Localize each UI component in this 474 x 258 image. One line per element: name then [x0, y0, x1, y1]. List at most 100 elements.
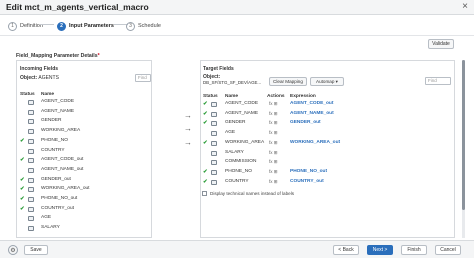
field-name: AGE	[225, 130, 236, 136]
field-name: WORKING_AREA	[225, 139, 265, 145]
field-name: WORKING_AREA	[41, 128, 81, 134]
table-row[interactable]: COMMISSION fx ⊞	[203, 159, 451, 167]
step-label: Input Parameters	[69, 23, 114, 29]
display-technical-names-checkbox[interactable]: Display technical names instead of label…	[202, 191, 294, 196]
checkbox-label: Display technical names instead of label…	[210, 191, 295, 196]
expression-actions-icon[interactable]: fx ⊞	[269, 130, 278, 136]
col-expression: Expression	[290, 94, 316, 99]
table-row[interactable]: ✔ PHONE_NO_out	[20, 196, 150, 204]
table-row[interactable]: ✔ PHONE_NO fx ⊞ PHONE_NO_out	[203, 169, 451, 177]
table-row[interactable]: AGE fx ⊞	[203, 130, 451, 138]
table-row[interactable]: AGENT_NAME_out	[20, 167, 150, 175]
back-button[interactable]: < Back	[333, 245, 359, 255]
table-row[interactable]: ✔ GENDER_out	[20, 177, 150, 185]
vertical-scrollbar[interactable]	[462, 60, 465, 238]
field-name: COUNTRY	[41, 147, 65, 153]
field-expression[interactable]: PHONE_NO_out	[290, 169, 327, 174]
map-arrow-icon: →	[184, 124, 192, 133]
field-expression[interactable]: AGENT_CODE_out	[290, 101, 333, 106]
expression-actions-icon[interactable]: fx ⊞	[269, 169, 278, 175]
object-value: AGENTS	[38, 75, 59, 81]
finish-button[interactable]: Finish	[401, 245, 427, 255]
table-row[interactable]: AGENT_NAME	[20, 109, 150, 117]
expression-actions-icon[interactable]: fx ⊞	[269, 111, 278, 117]
field-name: AGENT_NAME_out	[41, 166, 84, 172]
incoming-fields-panel: Incoming Fields Object: AGENTS Find Stat…	[16, 60, 152, 238]
table-row[interactable]: ✔ AGENT_NAME fx ⊞ AGENT_NAME_out	[203, 111, 451, 119]
section-title-text: Field_Mapping Parameter Details	[16, 53, 98, 59]
next-button[interactable]: Next >	[367, 245, 393, 255]
field-icon	[28, 148, 34, 154]
table-row[interactable]: AGENT_CODE	[20, 99, 150, 107]
field-icon	[28, 197, 34, 202]
field-expression[interactable]: AGENT_NAME_out	[290, 111, 334, 116]
table-row[interactable]: ✔ COUNTRY_out	[20, 206, 150, 214]
expression-actions-icon[interactable]: fx ⊞	[269, 150, 278, 156]
field-icon	[211, 111, 217, 117]
scrollbar-thumb[interactable]	[462, 60, 465, 210]
field-icon	[28, 119, 34, 125]
field-name: COMMISSION	[225, 159, 257, 165]
step-definition[interactable]: 1 Definition	[8, 20, 43, 32]
field-icon	[28, 129, 34, 135]
dialog-titlebar: Edit mct_m_agents_vertical_macro ×	[0, 0, 474, 15]
table-row[interactable]: ✔ AGENT_CODE_out	[20, 157, 150, 165]
step-schedule[interactable]: 3 Schedule	[126, 20, 161, 32]
table-row[interactable]: ✔ AGENT_CODE fx ⊞ AGENT_CODE_out	[203, 101, 451, 109]
table-row[interactable]: ✔ PHONE_NO	[20, 138, 150, 146]
clear-mapping-button[interactable]: Clear Mapping	[269, 77, 307, 86]
field-name: PHONE_NO	[41, 137, 68, 143]
target-find-input[interactable]: Find	[425, 77, 451, 85]
expression-actions-icon[interactable]: fx ⊞	[269, 101, 278, 107]
field-icon	[28, 206, 34, 212]
field-icon	[211, 160, 217, 166]
table-row[interactable]: COUNTRY	[20, 148, 150, 156]
field-icon	[28, 109, 34, 115]
table-row[interactable]: ✔ WORKING_AREA_out	[20, 186, 150, 194]
table-row[interactable]: SALARY	[20, 225, 150, 233]
table-row[interactable]: GENDER	[20, 118, 150, 126]
field-expression[interactable]: GENDER_out	[290, 120, 321, 125]
check-icon: ✔	[203, 168, 208, 175]
gear-icon[interactable]: ⚙	[8, 245, 18, 255]
automap-dropdown[interactable]: Automap ▾	[310, 77, 344, 86]
field-expression[interactable]: COUNTRY_out	[290, 179, 324, 184]
incoming-find-input[interactable]: Find	[135, 74, 151, 82]
field-name: AGENT_CODE	[225, 101, 259, 106]
step-label: Schedule	[138, 23, 161, 29]
expression-actions-icon[interactable]: fx ⊞	[269, 159, 278, 165]
check-icon: ✔	[20, 196, 25, 202]
section-title: Field_Mapping Parameter Details*	[16, 53, 100, 59]
field-expression[interactable]: WORKING_AREA_out	[290, 140, 340, 145]
check-icon: ✔	[203, 110, 208, 117]
check-icon: ✔	[203, 120, 208, 127]
step-input-parameters[interactable]: 2 Input Parameters	[57, 20, 114, 32]
table-row[interactable]: ✔ COUNTRY fx ⊞ COUNTRY_out	[203, 179, 451, 187]
field-name: SALARY	[41, 225, 60, 231]
table-row[interactable]: AGE	[20, 215, 150, 223]
target-fields-panel: Target Fields Object: DB_SF/STG_SF_DEV/A…	[200, 60, 455, 238]
close-icon[interactable]: ×	[462, 1, 468, 12]
table-row[interactable]: ✔ GENDER fx ⊞ GENDER_out	[203, 120, 451, 128]
field-icon	[211, 102, 217, 107]
field-icon	[28, 138, 34, 144]
expression-actions-icon[interactable]: fx ⊞	[269, 120, 278, 126]
checkbox-box[interactable]	[202, 191, 207, 196]
expression-actions-icon[interactable]: fx ⊞	[269, 140, 278, 146]
field-name: AGENT_NAME	[41, 108, 75, 114]
save-button[interactable]: Save	[24, 245, 48, 255]
wizard-steps: 1 Definition 2 Input Parameters 3 Schedu…	[0, 16, 474, 36]
cancel-button[interactable]: Cancel	[435, 245, 461, 255]
field-name: COUNTRY	[225, 178, 249, 184]
table-row[interactable]: SALARY fx ⊞	[203, 150, 451, 158]
field-name: AGE	[41, 215, 52, 221]
col-actions: Actions	[267, 94, 285, 99]
check-icon: ✔	[203, 178, 208, 185]
table-row[interactable]: WORKING_AREA	[20, 128, 150, 136]
validate-button[interactable]: Validate	[428, 39, 454, 49]
expression-actions-icon[interactable]: fx ⊞	[269, 179, 278, 185]
field-name: AGENT_CODE_out	[41, 157, 84, 163]
table-row[interactable]: ✔ WORKING_AREA fx ⊞ WORKING_AREA_out	[203, 140, 451, 148]
step-number: 1	[8, 21, 17, 31]
check-icon: ✔	[203, 101, 208, 107]
